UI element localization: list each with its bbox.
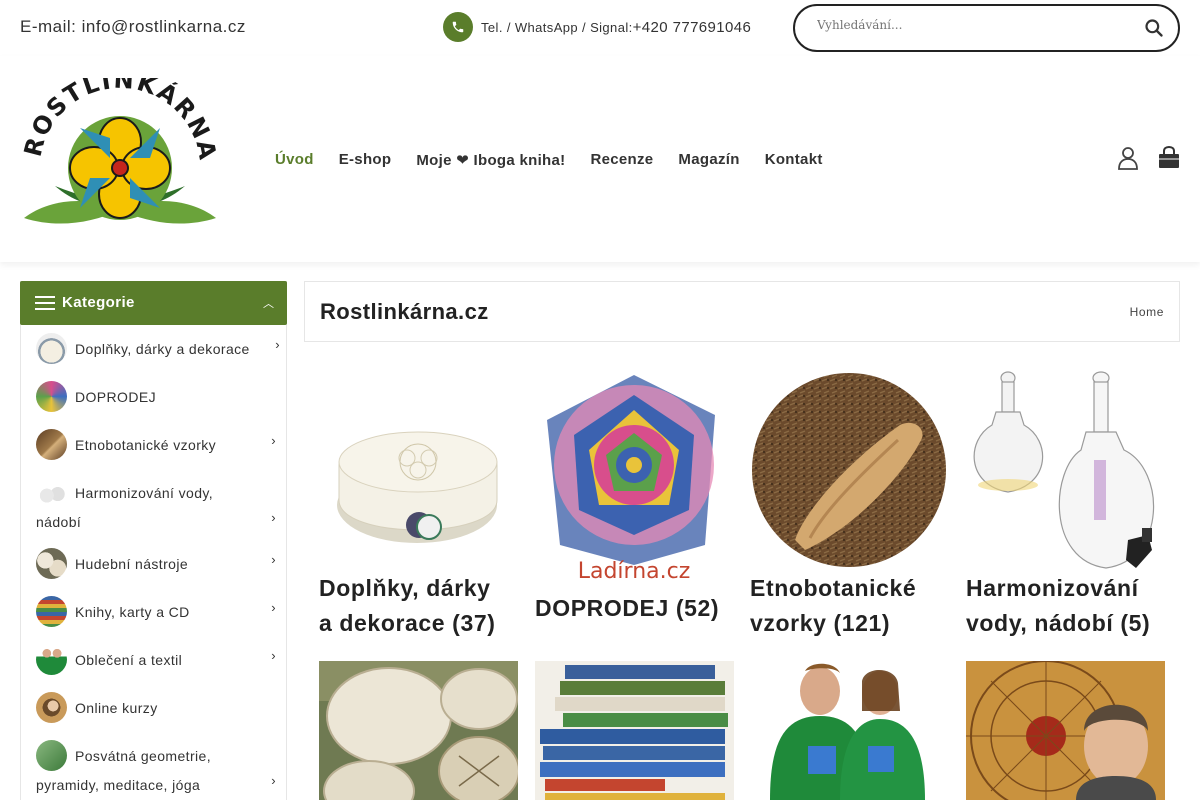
category-item-knihy[interactable]: Knihy, karty a CD › (36, 596, 276, 627)
category-label: DOPRODEJ (75, 389, 156, 405)
chevron-right-icon[interactable]: › (275, 337, 280, 352)
category-card-harmonizovani[interactable]: Harmonizování vody, nádobí (5) (966, 370, 1165, 640)
category-thumbnail (36, 692, 67, 723)
chevron-right-icon[interactable]: › (271, 510, 276, 525)
menu-icon (35, 296, 55, 310)
search-icon[interactable] (1144, 18, 1166, 40)
category-card-knihy[interactable] (535, 661, 734, 800)
breadcrumb[interactable]: Home (1130, 305, 1164, 319)
top-bar: E-mail: info@rostlinkarna.cz Tel. / What… (0, 0, 1200, 56)
phone-label: Tel. / WhatsApp / Signal: (481, 19, 633, 35)
category-label-line2: pyramidy, meditace, jóga (36, 777, 201, 793)
search-input[interactable] (817, 18, 1137, 32)
nav-item-uvod[interactable]: Úvod (275, 151, 314, 169)
category-image[interactable] (750, 661, 949, 800)
category-card-online-kurzy[interactable] (966, 661, 1165, 800)
chevron-right-icon[interactable]: › (271, 600, 276, 615)
chevron-right-icon[interactable]: › (271, 552, 276, 567)
category-item-doplnky[interactable]: Doplňky, dárky a dekorace › (36, 333, 280, 364)
category-card-doprodej[interactable]: Ladírna.cz DOPRODEJ (52) (535, 370, 734, 640)
user-account-icon[interactable] (1117, 146, 1139, 170)
chevron-right-icon[interactable]: › (271, 773, 276, 788)
category-label: Hudební nástroje (75, 556, 189, 572)
category-image[interactable] (966, 370, 1165, 570)
category-thumbnail (36, 477, 67, 508)
category-header[interactable]: Kategorie ︿ (20, 281, 287, 325)
category-item-posvatna-geometrie[interactable]: Posvátná geometrie, pyramidy, meditace, … (36, 740, 276, 800)
category-label: Online kurzy (75, 700, 158, 716)
category-card-obleceni[interactable] (750, 661, 949, 800)
category-image[interactable] (966, 661, 1165, 800)
category-item-hudebni-nastroje[interactable]: Hudební nástroje › (36, 548, 276, 579)
chevron-right-icon[interactable]: › (271, 433, 276, 448)
nav-item-recenze[interactable]: Recenze (590, 151, 653, 169)
nav-item-iboga-kniha[interactable]: Moje ❤ Iboga kniha! (416, 151, 565, 169)
search-box (793, 4, 1180, 52)
category-name[interactable]: Doplňky, dárky a dekorace (37) (319, 571, 549, 641)
category-item-etnobotanicke[interactable]: Etnobotanické vzorky › (36, 429, 276, 460)
category-thumbnail (36, 381, 67, 412)
nav-item-magazin[interactable]: Magazín (678, 151, 739, 169)
category-card-etnobotanicke[interactable]: Etnobotanické vzorky (121) (750, 370, 949, 640)
site-header: ROSTLINKÁRNA Úvod E-shop Moje ❤ Iboga kn… (0, 56, 1200, 262)
category-image[interactable]: Ladírna.cz (535, 370, 734, 585)
contact-phone[interactable]: Tel. / WhatsApp / Signal:+420 777691046 (443, 12, 751, 42)
page-header: Rostlinkárna.cz Home (304, 281, 1180, 342)
chevron-up-icon: ︿ (263, 298, 274, 310)
category-card-hudebni-nastroje[interactable] (319, 661, 518, 800)
category-item-doprodej[interactable]: DOPRODEJ (36, 381, 276, 412)
category-item-online-kurzy[interactable]: Online kurzy (36, 692, 276, 723)
category-thumbnail (36, 429, 67, 460)
shopping-cart-icon[interactable] (1157, 145, 1181, 170)
category-thumbnail (36, 644, 67, 675)
phone-icon (443, 12, 473, 42)
chevron-right-icon[interactable]: › (271, 648, 276, 663)
contact-email[interactable]: E-mail: info@rostlinkarna.cz (20, 17, 246, 37)
nav-item-kontakt[interactable]: Kontakt (765, 151, 823, 169)
category-name[interactable]: Harmonizování vody, nádobí (5) (966, 571, 1196, 641)
ladirna-image-caption: Ladírna.cz (578, 559, 691, 584)
nav-item-eshop[interactable]: E-shop (339, 151, 392, 169)
category-thumbnail (36, 740, 67, 771)
category-image[interactable] (319, 661, 518, 800)
phone-number: +420 777691046 (632, 18, 752, 36)
category-label: Posvátná geometrie, (75, 748, 212, 764)
category-name[interactable]: DOPRODEJ (52) (535, 591, 765, 626)
category-label: Doplňky, dárky a dekorace (75, 341, 250, 357)
category-label: Oblečení a textil (75, 652, 183, 668)
category-item-obleceni[interactable]: Oblečení a textil › (36, 644, 276, 675)
main-nav: Úvod E-shop Moje ❤ Iboga kniha! Recenze … (275, 151, 848, 169)
category-label: Etnobotanické vzorky (75, 437, 217, 453)
category-label: Knihy, karty a CD (75, 604, 190, 620)
category-image[interactable] (750, 370, 949, 570)
category-image[interactable] (319, 370, 518, 570)
category-title: Kategorie (62, 294, 135, 311)
category-thumbnail (36, 596, 67, 627)
category-item-harmonizovani[interactable]: Harmonizování vody, nádobí › (36, 477, 276, 537)
category-label-line2: nádobí (36, 514, 82, 530)
page-title: Rostlinkárna.cz (320, 299, 489, 324)
category-label: Harmonizování vody, (75, 485, 214, 501)
category-thumbnail (36, 333, 67, 364)
category-thumbnail (36, 548, 67, 579)
site-logo[interactable]: ROSTLINKÁRNA (19, 66, 220, 238)
category-sidebar: Kategorie ︿ Doplňky, dárky a dekorace › … (20, 281, 287, 800)
category-image[interactable] (535, 661, 734, 800)
category-card-doplnky[interactable]: Doplňky, dárky a dekorace (37) (319, 370, 518, 640)
category-name[interactable]: Etnobotanické vzorky (121) (750, 571, 980, 641)
